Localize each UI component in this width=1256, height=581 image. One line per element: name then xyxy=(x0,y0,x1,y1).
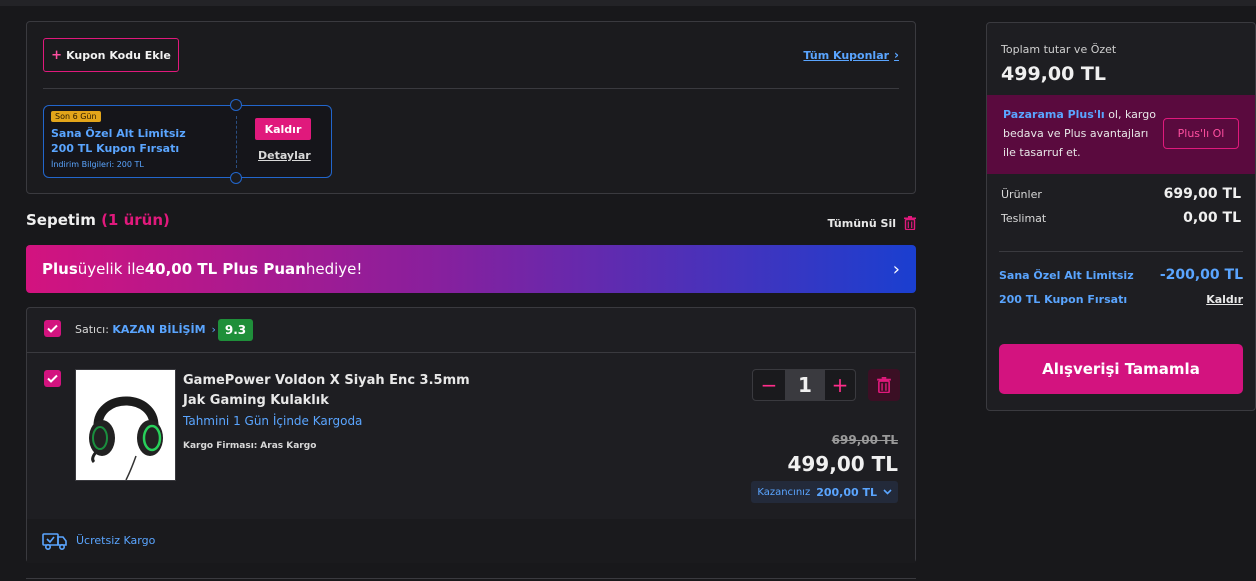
savings-dropdown[interactable]: Kazancınız 200,00 TL xyxy=(751,481,898,503)
clear-all-button[interactable]: Tümünü Sil xyxy=(827,216,916,230)
days-left-badge: Son 6 Gün xyxy=(51,111,101,122)
coupon-details-link[interactable]: Detaylar xyxy=(258,149,311,162)
remove-coupon-button[interactable]: Kaldır xyxy=(255,118,311,140)
quantity-value[interactable]: 1 xyxy=(785,370,825,400)
chevron-down-icon xyxy=(883,489,892,495)
trash-icon xyxy=(877,377,891,393)
carrier-label: Kargo Firması: xyxy=(183,441,258,451)
ticket-divider xyxy=(236,116,237,168)
add-coupon-label: Kupon Kodu Ekle xyxy=(66,48,171,62)
plus-promo-text: Pazarama Plus'lı ol, kargo bedava ve Plu… xyxy=(1003,105,1163,162)
product-image[interactable] xyxy=(75,369,176,481)
truck-icon xyxy=(42,533,67,551)
banner-text-2: hediye! xyxy=(305,260,363,278)
seller-row: Satıcı: KAZAN BİLİŞİM › 9.3 xyxy=(27,308,915,353)
plus-promo-brand: Pazarama Plus'lı xyxy=(1003,108,1105,121)
delivery-label: Teslimat xyxy=(1001,212,1047,225)
ticket-notch xyxy=(230,99,242,111)
seller-prefix: Satıcı: xyxy=(75,323,109,336)
cart-seller-group: Satıcı: KAZAN BİLİŞİM › 9.3 GamePower Vol… xyxy=(26,307,916,563)
increase-quantity-button[interactable]: + xyxy=(825,370,855,400)
carrier-name: Aras Kargo xyxy=(260,441,317,451)
discount-value: -200,00 TL xyxy=(1159,267,1243,283)
checkout-button[interactable]: Alışverişi Tamamla xyxy=(999,344,1243,394)
ticket-notch xyxy=(230,172,242,184)
cart-title: Sepetim (1 ürün) xyxy=(26,211,170,229)
decrease-quantity-button[interactable]: − xyxy=(753,370,785,400)
remove-discount-link[interactable]: Kaldır xyxy=(1206,293,1243,306)
products-value: 699,00 TL xyxy=(1163,186,1241,202)
item-checkbox[interactable] xyxy=(44,370,61,387)
delete-item-button[interactable] xyxy=(868,369,900,401)
free-shipping-row: Ücretsiz Kargo xyxy=(27,519,915,563)
join-plus-button[interactable]: Plus'lı Ol xyxy=(1163,118,1239,149)
plus-promo: Pazarama Plus'lı ol, kargo bedava ve Plu… xyxy=(987,95,1255,174)
check-icon xyxy=(47,374,58,383)
coupon-info: İndirim Bilgileri: 200 TL xyxy=(51,160,144,169)
seller-score-badge: 9.3 xyxy=(218,319,253,341)
top-strip xyxy=(0,0,1256,6)
plus-membership-banner[interactable]: Plus üyelik ile 40,00 TL Plus Puan hediy… xyxy=(26,245,916,293)
product-name-link[interactable]: GamePower Voldon X Siyah Enc 3.5mm Jak G… xyxy=(183,371,483,411)
all-coupons-link[interactable]: Tüm Kuponlar › xyxy=(803,48,899,62)
delivery-value: 0,00 TL xyxy=(1183,210,1241,226)
products-label: Ürünler xyxy=(1001,188,1042,201)
discount-label-line2: 200 TL Kupon Fırsatı xyxy=(999,293,1128,306)
coupon-info-value: 200 TL xyxy=(116,160,144,169)
summary-total: 499,00 TL xyxy=(1001,63,1107,85)
coupon-panel: + Kupon Kodu Ekle Tüm Kuponlar › Son 6 G… xyxy=(26,21,916,194)
order-summary: Toplam tutar ve Özet 499,00 TL Pazarama … xyxy=(986,22,1256,411)
headset-image xyxy=(76,370,175,480)
seller-checkbox[interactable] xyxy=(44,320,61,337)
banner-points: 40,00 TL Plus Puan xyxy=(144,260,306,278)
quantity-stepper: − 1 + xyxy=(752,369,856,401)
divider xyxy=(43,88,899,89)
plus-icon: + xyxy=(51,47,63,63)
coupon-card: Son 6 Gün Sana Özel Alt Limitsiz 200 TL … xyxy=(43,99,332,184)
cart-title-label: Sepetim xyxy=(26,211,96,229)
current-price: 499,00 TL xyxy=(787,452,898,476)
banner-plus: Plus xyxy=(42,260,78,278)
seller-label: Satıcı: KAZAN BİLİŞİM › xyxy=(75,323,216,336)
trash-icon xyxy=(904,216,916,230)
cart-item-count: (1 ürün) xyxy=(101,211,170,229)
check-icon xyxy=(47,324,58,333)
divider xyxy=(999,251,1243,252)
carrier-info: Kargo Firması: Aras Kargo xyxy=(183,441,316,451)
seller-name-link[interactable]: KAZAN BİLİŞİM xyxy=(112,323,205,336)
free-shipping-label: Ücretsiz Kargo xyxy=(76,534,156,547)
savings-label: Kazancınız xyxy=(757,486,811,498)
shipping-estimate: Tahmini 1 Gün İçinde Kargoda xyxy=(183,414,363,428)
chevron-right-icon: › xyxy=(894,48,899,62)
add-coupon-button[interactable]: + Kupon Kodu Ekle xyxy=(43,38,179,72)
clear-all-label: Tümünü Sil xyxy=(827,216,896,230)
discount-label-line1: Sana Özel Alt Limitsiz xyxy=(999,269,1134,282)
chevron-right-icon: › xyxy=(892,259,900,280)
all-coupons-label: Tüm Kuponlar xyxy=(803,48,890,62)
old-price: 699,00 TL xyxy=(831,433,898,447)
savings-value: 200,00 TL xyxy=(816,485,877,499)
chevron-right-icon: › xyxy=(211,323,216,336)
banner-text-1: üyelik ile xyxy=(77,260,145,278)
summary-label: Toplam tutar ve Özet xyxy=(1001,43,1117,56)
coupon-info-label: İndirim Bilgileri: xyxy=(51,160,115,169)
coupon-title: Sana Özel Alt Limitsiz 200 TL Kupon Fırs… xyxy=(51,127,186,155)
